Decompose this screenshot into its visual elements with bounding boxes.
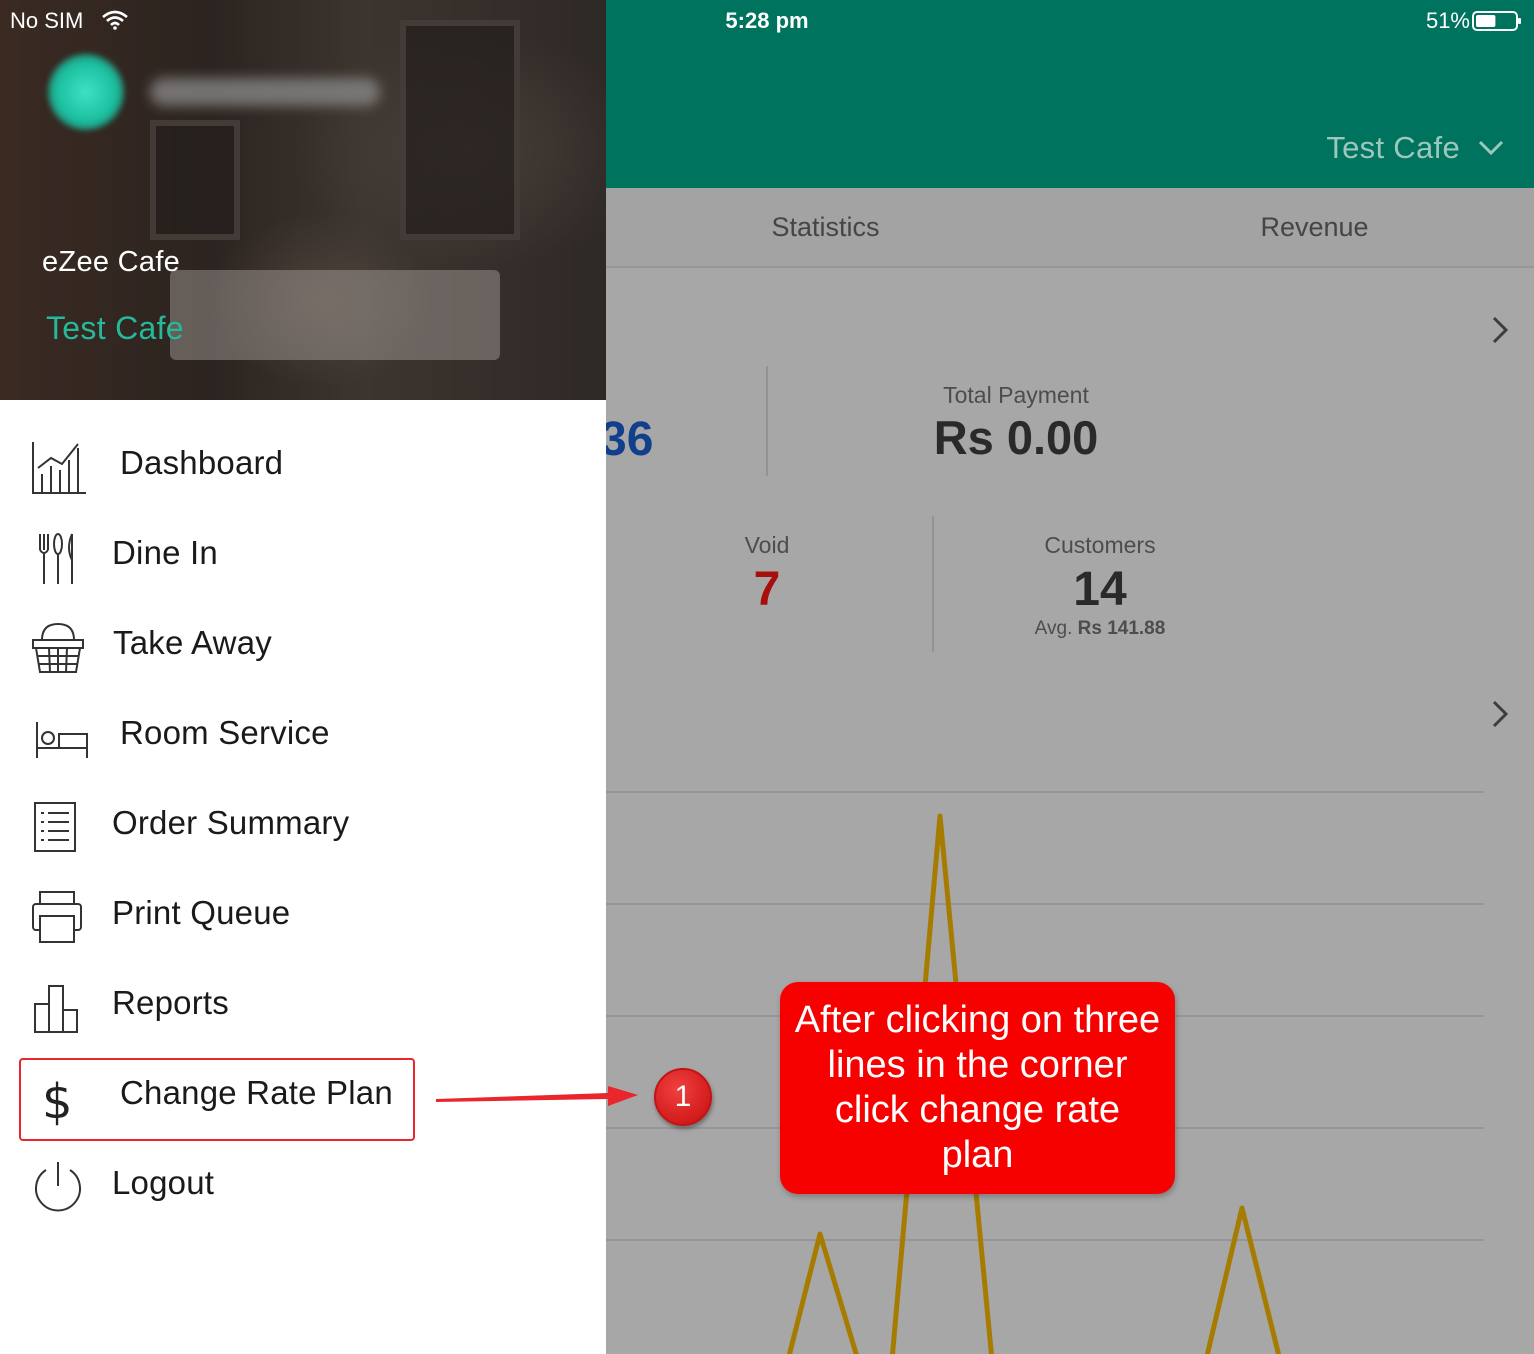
tab-bar: Statistics Revenue xyxy=(606,188,1534,268)
menu-item-reports[interactable]: Reports xyxy=(0,962,606,1052)
company-name: eZee Cafe xyxy=(42,246,181,278)
menu-label-logout: Logout xyxy=(112,1164,215,1201)
bar-chart-icon xyxy=(34,985,78,1033)
cutlery-icon xyxy=(39,533,73,584)
divider xyxy=(766,366,768,476)
void-label: Void xyxy=(744,532,790,558)
battery-percentage: 51% xyxy=(1425,8,1470,33)
void-value: 7 xyxy=(753,563,781,616)
list-icon xyxy=(34,802,76,852)
printer-icon xyxy=(32,891,82,943)
chevron-right-icon[interactable] xyxy=(1490,310,1512,350)
tab-revenue[interactable]: Revenue xyxy=(1095,188,1534,266)
instruction-callout: After clicking on three lines in the cor… xyxy=(780,982,1175,1194)
dashboard-icon xyxy=(32,442,86,494)
menu-label-order-summary: Order Summary xyxy=(112,804,350,841)
menu-item-dashboard[interactable]: Dashboard xyxy=(0,422,606,512)
outlet-selector-label: Test Cafe xyxy=(1326,130,1460,165)
chevron-right-icon[interactable] xyxy=(1490,694,1512,734)
total-payment-value: Rs 0.00 xyxy=(933,411,1099,464)
menu-item-take-away[interactable]: Take Away xyxy=(0,602,606,692)
average-value: Rs 141.88 xyxy=(1077,618,1166,639)
menu-item-order-summary[interactable]: Order Summary xyxy=(0,782,606,872)
avatar xyxy=(48,54,124,130)
power-icon xyxy=(35,1162,81,1212)
chevron-down-icon xyxy=(1478,140,1504,156)
user-name-blurred xyxy=(150,78,380,106)
clock: 5:28 pm xyxy=(725,8,809,33)
background-photo xyxy=(400,20,520,240)
menu-label-dine-in: Dine In xyxy=(112,534,218,571)
menu-label-dashboard: Dashboard xyxy=(120,444,284,481)
background-photo xyxy=(150,120,240,240)
drawer-header: eZee Cafe Test Cafe xyxy=(0,0,606,400)
menu-label-take-away: Take Away xyxy=(113,624,272,661)
highlight-box xyxy=(19,1058,415,1141)
menu-label-print-queue: Print Queue xyxy=(112,894,291,931)
tab-statistics[interactable]: Statistics xyxy=(606,188,1095,266)
sales-value: 36 xyxy=(600,413,654,466)
basket-icon xyxy=(32,622,84,673)
menu-item-print-queue[interactable]: Print Queue xyxy=(0,872,606,962)
outlet-selector[interactable]: Test Cafe xyxy=(1326,128,1504,168)
navigation-drawer: eZee Cafe Test Cafe Dashboard Dine In Ta… xyxy=(0,0,606,1354)
menu-label-room-service: Room Service xyxy=(120,714,330,751)
bed-icon xyxy=(36,722,88,758)
divider xyxy=(932,516,934,652)
status-bar: No SIM 5:28 pm 51% xyxy=(0,0,1534,42)
average-spend: Avg. Rs 141.88 xyxy=(960,618,1240,640)
battery-icon xyxy=(1472,11,1521,31)
step-badge: 1 xyxy=(654,1068,712,1126)
customers-value: 14 xyxy=(1073,563,1127,616)
average-label: Avg. xyxy=(1034,618,1073,639)
menu-label-reports: Reports xyxy=(112,984,229,1021)
menu-item-room-service[interactable]: Room Service xyxy=(0,692,606,782)
pointer-arrow xyxy=(436,1086,638,1106)
customers-label: Customers xyxy=(1044,532,1156,558)
total-payment-label: Total Payment xyxy=(943,382,1089,408)
menu-item-dine-in[interactable]: Dine In xyxy=(0,512,606,602)
menu-item-logout[interactable]: Logout xyxy=(0,1142,606,1232)
background-photo xyxy=(170,270,500,360)
outlet-name[interactable]: Test Cafe xyxy=(46,310,184,347)
battery-level xyxy=(1476,15,1496,27)
